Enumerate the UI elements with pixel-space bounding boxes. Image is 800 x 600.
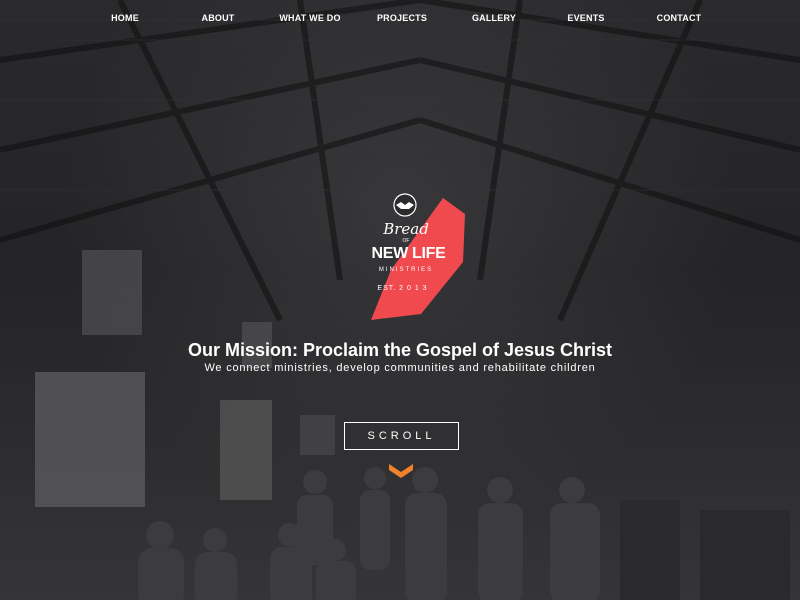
logo-text-new-life: NEW LIFE (371, 245, 446, 262)
logo-text-ministries: MINISTRIES (378, 267, 434, 273)
nav-item-events[interactable]: EVENTS (567, 13, 604, 23)
nav-item-contact[interactable]: CONTACT (657, 13, 702, 23)
nav-item-projects[interactable]: PROJECTS (377, 13, 427, 23)
nav-item-home[interactable]: HOME (111, 13, 139, 23)
main-navigation: HOME ABOUT WHAT WE DO PROJECTS GALLERY E… (0, 0, 800, 38)
logo-text-established: EST. 2 0 1 3 (377, 285, 428, 292)
nav-item-what-we-do[interactable]: WHAT WE DO (279, 13, 340, 23)
hero-subtitle: We connect ministries, develop communiti… (204, 362, 596, 374)
nav-item-about[interactable]: ABOUT (202, 13, 235, 23)
site-logo[interactable]: Bread OF NEW LIFE MINISTRIES EST. 2 0 1 … (351, 188, 469, 322)
scroll-button[interactable]: SCROLL (344, 422, 459, 450)
chevron-down-icon[interactable] (389, 462, 413, 480)
logo-text-bread: Bread (383, 220, 429, 238)
nav-item-gallery[interactable]: GALLERY (472, 13, 516, 23)
hero-title: Our Mission: Proclaim the Gospel of Jesu… (187, 340, 613, 360)
logo-text-of: OF (402, 238, 410, 244)
